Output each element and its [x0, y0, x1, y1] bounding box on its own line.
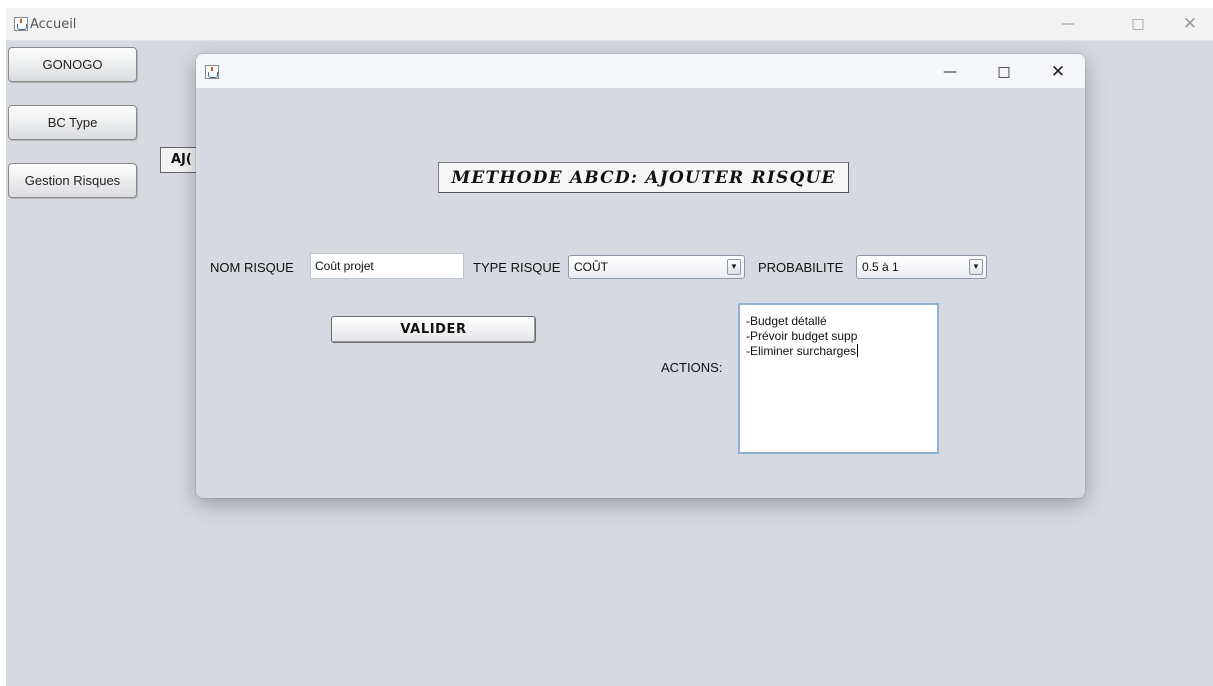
type-risque-label: TYPE RISQUE	[473, 260, 561, 275]
probabilite-label: PROBABILITE	[758, 260, 844, 275]
main-titlebar[interactable]: Accueil — □ ✕	[6, 8, 1213, 41]
bc-type-button[interactable]: BC Type	[8, 105, 137, 140]
dialog-titlebar[interactable]: — □ ✕	[196, 54, 1085, 88]
chevron-down-icon[interactable]: ▼	[727, 259, 741, 275]
probabilite-value: 0.5 à 1	[862, 260, 899, 274]
type-risque-value: COÛT	[574, 260, 608, 274]
actions-line-wrapper: -Eliminer surcharges	[746, 344, 931, 359]
actions-line: -Prévoir budget supp	[746, 329, 858, 343]
type-risque-select[interactable]: COÛT ▼	[568, 255, 745, 279]
gonogo-button[interactable]: GONOGO	[8, 47, 137, 82]
maximize-icon[interactable]: □	[1128, 14, 1148, 34]
nom-risque-label: NOM RISQUE	[210, 260, 294, 275]
actions-line: -Eliminer surcharges	[746, 344, 857, 358]
minimize-icon[interactable]: —	[939, 61, 961, 83]
close-icon[interactable]: ✕	[1180, 14, 1200, 34]
chevron-down-icon[interactable]: ▼	[969, 259, 983, 275]
probabilite-select[interactable]: 0.5 à 1 ▼	[856, 255, 987, 279]
text-caret	[857, 344, 859, 357]
dialog-heading: METHODE ABCD: AJOUTER RISQUE	[438, 162, 849, 193]
actions-textarea[interactable]: -Budget détallé -Prévoir budget supp -El…	[738, 303, 939, 454]
nom-risque-input[interactable]	[310, 253, 464, 279]
valider-button[interactable]: VALIDER	[331, 316, 536, 343]
java-cup-icon	[205, 65, 219, 79]
window-title: Accueil	[30, 17, 77, 32]
java-cup-icon	[14, 17, 28, 31]
add-risk-dialog: — □ ✕ METHODE ABCD: AJOUTER RISQUE NOM R…	[196, 54, 1085, 498]
gestion-risques-button[interactable]: Gestion Risques	[8, 163, 137, 198]
maximize-icon[interactable]: □	[993, 61, 1015, 83]
close-icon[interactable]: ✕	[1047, 61, 1069, 83]
actions-line: -Budget détallé	[746, 314, 827, 328]
minimize-icon[interactable]: —	[1058, 14, 1078, 34]
actions-label: ACTIONS:	[661, 360, 723, 375]
